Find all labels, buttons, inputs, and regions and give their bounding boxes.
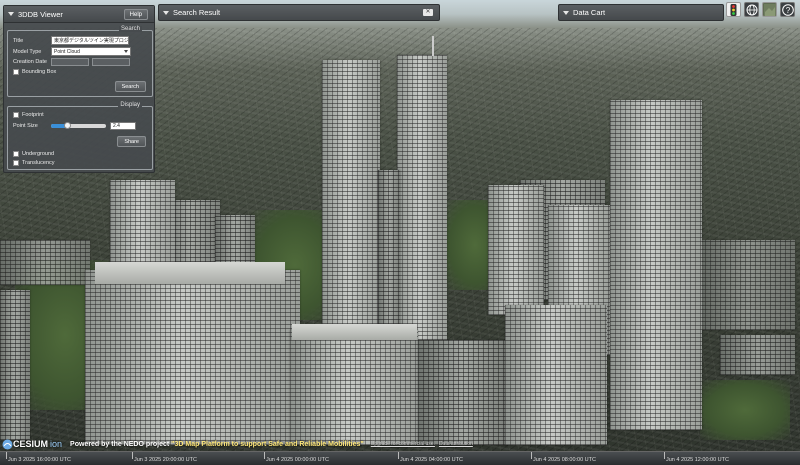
help-icon[interactable]: ? bbox=[780, 2, 795, 17]
building-roof bbox=[95, 262, 285, 284]
translucency-row: Translucency bbox=[13, 160, 55, 166]
ion-text: ion bbox=[50, 439, 63, 449]
point-size-label: Point Size bbox=[13, 123, 38, 129]
creation-date-label: Creation Date bbox=[13, 59, 47, 65]
building bbox=[0, 240, 90, 285]
point-size-row: Point Size 2.4 bbox=[13, 122, 136, 130]
footprint-label: Footprint bbox=[22, 112, 44, 118]
title-input[interactable]: 東京都デジタルツイン実現プロジェ bbox=[51, 36, 129, 45]
credits-bar: CESIUM ion Powered by the NEDO project "… bbox=[0, 437, 800, 451]
bounding-box-row: Bounding Box bbox=[13, 69, 56, 75]
creation-date-to-input[interactable] bbox=[92, 58, 130, 66]
search-button[interactable]: Search bbox=[114, 81, 146, 92]
display-group: Display Footprint Point Size 2.4 Share U… bbox=[7, 102, 153, 170]
creation-date-from-input[interactable] bbox=[51, 58, 89, 66]
point-size-slider-handle[interactable] bbox=[64, 122, 71, 129]
chevron-down-icon bbox=[124, 50, 128, 53]
bounding-box-label: Bounding Box bbox=[22, 69, 57, 75]
building bbox=[488, 185, 544, 315]
svg-text:?: ? bbox=[785, 6, 790, 15]
cesium-ion-logo[interactable]: CESIUM ion bbox=[2, 439, 62, 450]
timeline[interactable]: Jun 3 2025 16:00:00 UTC Jun 3 2025 20:00… bbox=[0, 451, 800, 465]
footprint-checkbox[interactable] bbox=[13, 112, 19, 118]
building bbox=[85, 270, 300, 445]
translucency-label: Translucency bbox=[22, 160, 55, 166]
building bbox=[215, 215, 255, 265]
cesium-logo-icon bbox=[2, 439, 13, 449]
translucency-checkbox[interactable] bbox=[13, 160, 19, 166]
data-attribution-link[interactable]: Data attribution bbox=[439, 441, 473, 447]
footprint-row: Footprint bbox=[13, 112, 44, 118]
tower-connector bbox=[378, 170, 400, 340]
underground-label: Underground bbox=[22, 151, 55, 157]
data-cart-title: Data Cart bbox=[573, 8, 606, 17]
collapse-triangle-icon[interactable] bbox=[563, 10, 569, 15]
search-result-panel[interactable]: Search Result ✕ bbox=[158, 4, 440, 21]
share-button[interactable]: Share bbox=[117, 136, 146, 147]
plaza-structure bbox=[418, 340, 508, 445]
cesium-text: CESIUM bbox=[13, 439, 49, 449]
help-button[interactable]: Help bbox=[123, 9, 148, 20]
collapse-triangle-icon[interactable] bbox=[163, 10, 169, 15]
search-legend: Search bbox=[118, 26, 142, 32]
building bbox=[720, 335, 795, 375]
tokyo-metropolitan-tower-right bbox=[397, 55, 447, 340]
creation-date-row: Creation Date bbox=[13, 58, 133, 66]
title-row: Title 東京都デジタルツイン実現プロジェ bbox=[13, 36, 129, 45]
data-cart-panel[interactable]: Data Cart bbox=[558, 4, 724, 21]
model-type-value: Point Cloud bbox=[54, 49, 80, 55]
building bbox=[700, 240, 795, 330]
building bbox=[610, 100, 702, 430]
title-label: Title bbox=[13, 37, 24, 44]
viewer-panel: 3DDB Viewer Help Search Title 東京都デジタルツイン… bbox=[3, 5, 155, 173]
globe-icon[interactable] bbox=[744, 2, 759, 17]
close-icon[interactable]: ✕ bbox=[423, 9, 433, 16]
building-roof bbox=[292, 324, 417, 340]
display-legend: Display bbox=[118, 102, 142, 108]
underground-checkbox[interactable] bbox=[13, 151, 19, 157]
underground-row: Underground bbox=[13, 151, 54, 157]
traffic-light-icon[interactable] bbox=[726, 2, 741, 17]
viewer-title: 3DDB Viewer bbox=[18, 9, 63, 19]
search-result-title: Search Result bbox=[173, 8, 221, 17]
model-type-row: Model Type Point Cloud bbox=[13, 47, 131, 56]
point-size-slider[interactable] bbox=[51, 122, 106, 129]
bounding-box-checkbox[interactable] bbox=[13, 69, 19, 75]
tokyo-metropolitan-tower-left bbox=[322, 60, 380, 340]
upgrade-link[interactable]: Upgrade for commercial use. bbox=[371, 441, 435, 447]
nedo-credit: Powered by the NEDO project "3D Map Plat… bbox=[70, 441, 364, 448]
model-type-label: Model Type bbox=[13, 48, 42, 55]
collapse-triangle-icon[interactable] bbox=[8, 12, 14, 16]
building bbox=[0, 290, 30, 440]
nedo-highlight: "3D Map Platform to support Safe and Rel… bbox=[171, 440, 364, 448]
building bbox=[290, 330, 418, 445]
model-type-select[interactable]: Point Cloud bbox=[51, 47, 131, 56]
layers-icon[interactable] bbox=[762, 2, 777, 17]
search-group: Search Title 東京都デジタルツイン実現プロジェ Model Type… bbox=[7, 26, 153, 97]
antenna bbox=[432, 36, 434, 56]
building bbox=[505, 305, 607, 445]
viewer-panel-header[interactable]: 3DDB Viewer Help bbox=[4, 6, 154, 23]
point-size-input[interactable]: 2.4 bbox=[110, 122, 136, 130]
park-area bbox=[700, 380, 790, 440]
nedo-prefix: Powered by the NEDO project bbox=[70, 440, 172, 448]
